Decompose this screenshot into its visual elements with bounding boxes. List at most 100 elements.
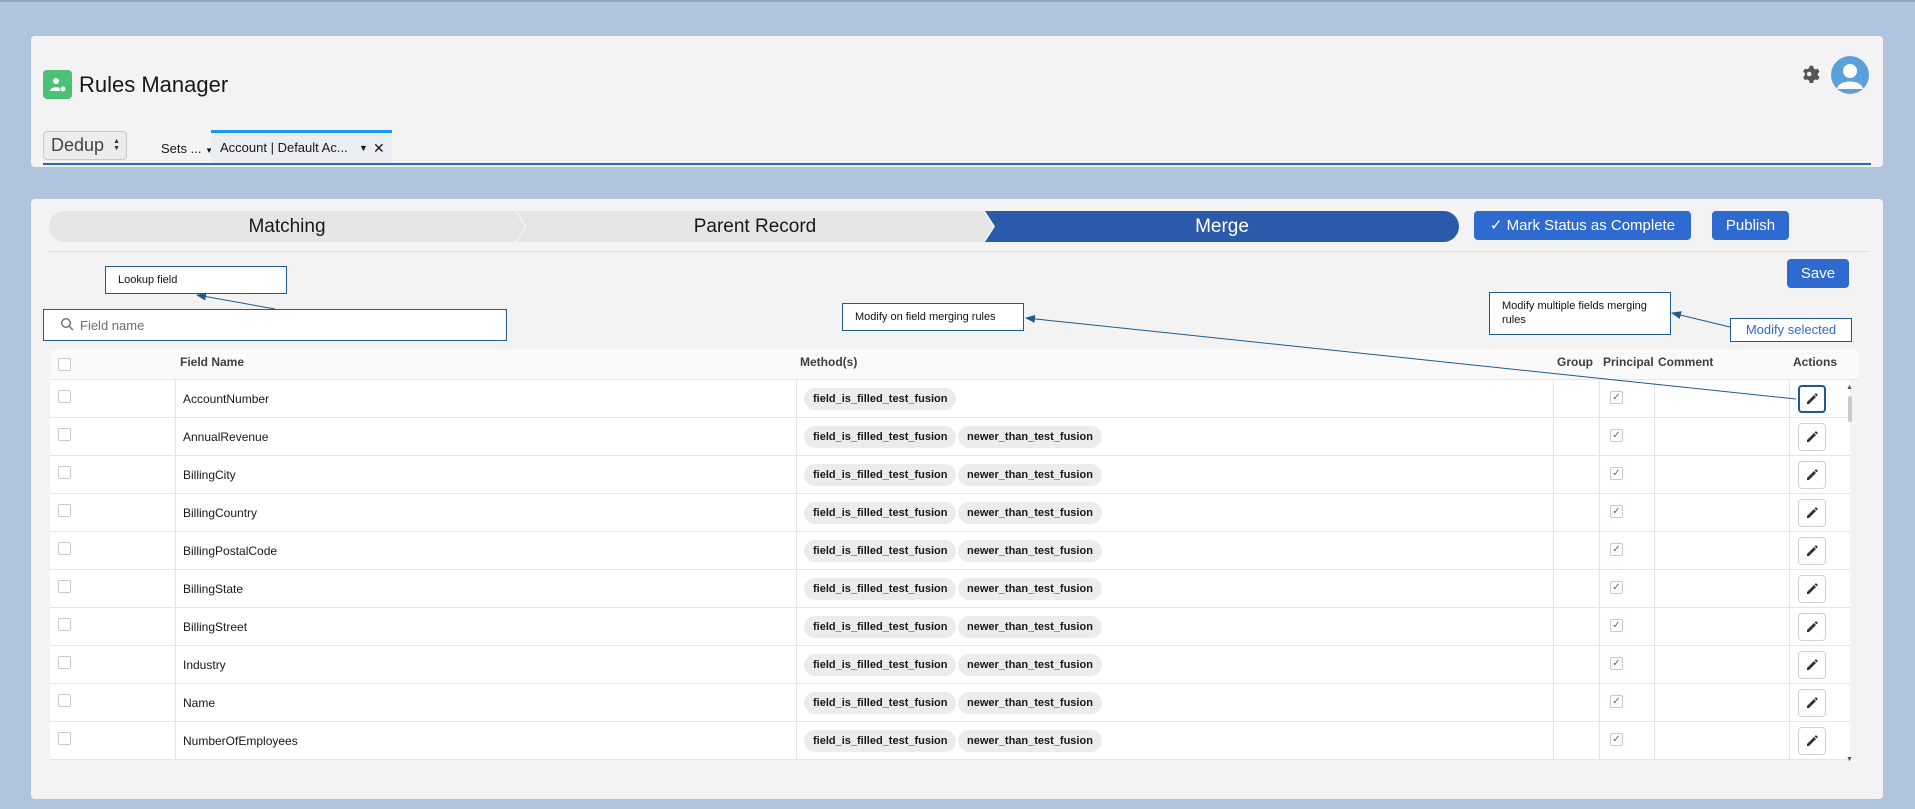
close-icon[interactable]: ✕ <box>373 133 385 163</box>
row-checkbox[interactable] <box>58 466 71 479</box>
column-separator <box>1654 570 1655 608</box>
header-comment[interactable]: Comment <box>1658 350 1713 374</box>
scroll-down-icon[interactable]: ▼ <box>1846 756 1853 763</box>
method-pill: field_is_filled_test_fusion <box>804 692 957 714</box>
header-field-name[interactable]: Field Name <box>180 350 244 374</box>
table-row: BillingState field_is_filled_test_fusion n… <box>50 570 1850 608</box>
principal-checkbox[interactable]: ✓ <box>1610 695 1623 708</box>
row-checkbox[interactable] <box>58 694 71 707</box>
path-step-parent-record[interactable]: Parent Record <box>517 211 993 242</box>
row-checkbox[interactable] <box>58 428 71 441</box>
gear-icon[interactable] <box>1799 62 1823 86</box>
edit-rule-button[interactable] <box>1798 727 1826 755</box>
column-separator <box>1599 646 1600 684</box>
scroll-thumb[interactable] <box>1848 396 1852 422</box>
table-row: AnnualRevenue field_is_filled_test_fusion… <box>50 418 1850 456</box>
tab-account[interactable]: Account | Default Ac... ▼ ✕ <box>211 130 392 163</box>
method-pill: field_is_filled_test_fusion <box>804 730 957 752</box>
column-separator <box>1654 608 1655 646</box>
method-pill: newer_than_test_fusion <box>958 426 1102 448</box>
column-separator <box>1654 684 1655 722</box>
table-row: Industry field_is_filled_test_fusion newer… <box>50 646 1850 684</box>
method-pill: field_is_filled_test_fusion <box>804 464 957 486</box>
method-pill: field_is_filled_test_fusion <box>804 654 957 676</box>
column-separator <box>1654 494 1655 532</box>
tab-sets-label: Sets ... <box>161 141 202 156</box>
column-separator <box>175 418 176 456</box>
column-separator <box>175 646 176 684</box>
edit-rule-button[interactable] <box>1798 499 1826 527</box>
principal-checkbox[interactable]: ✓ <box>1610 619 1623 632</box>
column-separator <box>796 456 797 494</box>
row-checkbox[interactable] <box>58 656 71 669</box>
edit-rule-button[interactable] <box>1798 575 1826 603</box>
principal-checkbox[interactable]: ✓ <box>1610 733 1623 746</box>
publish-button[interactable]: Publish <box>1712 211 1789 240</box>
column-separator <box>796 608 797 646</box>
field-name-cell: BillingPostalCode <box>183 544 278 558</box>
header-methods[interactable]: Method(s) <box>800 350 857 374</box>
column-separator <box>1599 532 1600 570</box>
select-all-checkbox[interactable] <box>58 358 71 371</box>
column-separator <box>1599 570 1600 608</box>
caret-down-icon[interactable]: ▼ <box>359 133 368 163</box>
column-separator <box>1553 494 1554 532</box>
pencil-icon <box>1807 469 1818 480</box>
column-separator <box>175 570 176 608</box>
column-separator <box>1553 684 1554 722</box>
column-separator <box>1789 456 1790 494</box>
row-checkbox[interactable] <box>58 732 71 745</box>
mode-select[interactable]: Dedup ▲ ▼ <box>43 131 127 160</box>
field-name-search[interactable] <box>43 309 507 341</box>
edit-rule-button[interactable] <box>1798 651 1826 679</box>
table-row: BillingCountry field_is_filled_test_fusio… <box>50 494 1850 532</box>
header-group[interactable]: Group <box>1557 350 1593 374</box>
save-button[interactable]: Save <box>1787 259 1849 288</box>
principal-checkbox[interactable]: ✓ <box>1610 505 1623 518</box>
tabs-underline <box>43 163 1871 165</box>
method-pill: field_is_filled_test_fusion <box>804 578 957 600</box>
edit-rule-button[interactable] <box>1798 537 1826 565</box>
row-checkbox[interactable] <box>58 390 71 403</box>
user-avatar-icon[interactable] <box>1831 56 1869 94</box>
principal-checkbox[interactable]: ✓ <box>1610 657 1623 670</box>
table-row: AccountNumber field_is_filled_test_fusion… <box>50 380 1850 418</box>
path-step-matching[interactable]: Matching <box>49 211 525 242</box>
column-separator <box>175 380 176 418</box>
edit-rule-button[interactable] <box>1798 385 1826 413</box>
column-separator <box>1553 722 1554 760</box>
table-row: BillingPostalCode field_is_filled_test_fu… <box>50 532 1850 570</box>
modify-selected-button[interactable]: Modify selected <box>1730 318 1852 342</box>
field-name-cell: AnnualRevenue <box>183 430 269 444</box>
row-checkbox[interactable] <box>58 618 71 631</box>
column-separator <box>175 532 176 570</box>
principal-checkbox[interactable]: ✓ <box>1610 543 1623 556</box>
row-checkbox[interactable] <box>58 542 71 555</box>
edit-rule-button[interactable] <box>1798 689 1826 717</box>
column-separator <box>1599 722 1600 760</box>
principal-checkbox[interactable]: ✓ <box>1610 467 1623 480</box>
table-scrollbar[interactable]: ▲ ▼ <box>1846 384 1854 764</box>
app-title: Rules Manager <box>79 72 229 97</box>
edit-rule-button[interactable] <box>1798 613 1826 641</box>
callout-modify-multi: Modify multiple fields merging rules <box>1489 292 1671 335</box>
search-input[interactable] <box>80 315 490 335</box>
column-separator <box>1599 380 1600 418</box>
mark-status-complete-button[interactable]: ✓ Mark Status as Complete <box>1474 211 1691 240</box>
column-separator <box>1599 684 1600 722</box>
principal-checkbox[interactable]: ✓ <box>1610 581 1623 594</box>
column-separator <box>1789 570 1790 608</box>
edit-rule-button[interactable] <box>1798 461 1826 489</box>
column-separator <box>796 646 797 684</box>
principal-checkbox[interactable]: ✓ <box>1610 429 1623 442</box>
mode-select-value: Dedup <box>51 135 105 155</box>
row-checkbox[interactable] <box>58 580 71 593</box>
search-icon <box>60 317 74 331</box>
row-checkbox[interactable] <box>58 504 71 517</box>
principal-checkbox[interactable]: ✓ <box>1610 391 1623 404</box>
table-row: BillingCity field_is_filled_test_fusion ne… <box>50 456 1850 494</box>
edit-rule-button[interactable] <box>1798 423 1826 451</box>
scroll-up-icon[interactable]: ▲ <box>1846 384 1853 391</box>
path-step-merge[interactable]: Merge <box>985 211 1459 242</box>
header-principal[interactable]: Principal <box>1603 350 1654 374</box>
